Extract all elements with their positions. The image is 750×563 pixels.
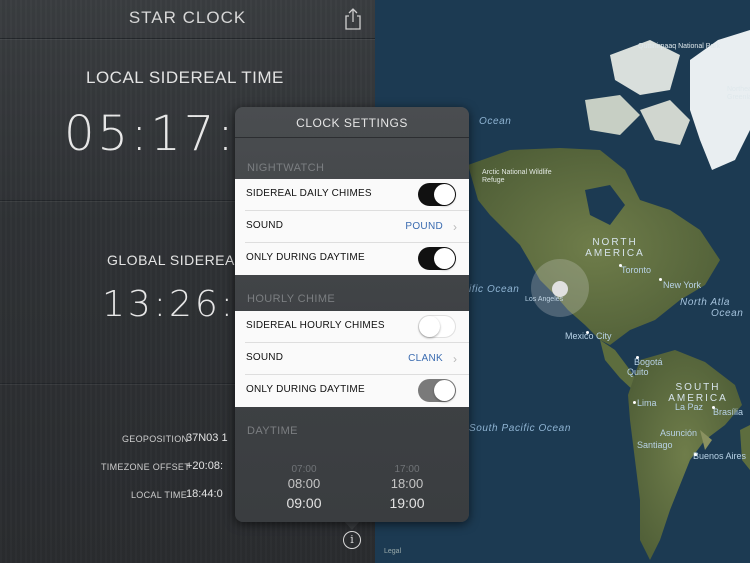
chevron-right-icon: › <box>453 352 457 366</box>
map-city-la-paz: La Paz <box>675 402 704 412</box>
global-sidereal-title: GLOBAL SIDEREAL <box>107 252 244 268</box>
city-marker <box>586 331 589 334</box>
current-location-marker[interactable] <box>552 281 568 297</box>
toggle-knob <box>434 248 455 269</box>
geoposition-label: GEOPOSITION <box>122 434 189 444</box>
daytime-start-picker[interactable]: 07:00 08:00 09:00 <box>269 464 339 511</box>
nightwatch-header: NIGHTWATCH <box>247 162 325 174</box>
map-label-north-atlantic: North Atla <box>680 297 731 308</box>
info-icon[interactable]: i <box>343 531 361 549</box>
hourly-chimes-row[interactable]: SIDEREAL HOURLY CHIMES <box>235 311 469 343</box>
toggle-knob <box>434 184 455 205</box>
share-icon[interactable] <box>343 8 363 30</box>
divider <box>235 137 469 138</box>
nightwatch-sound-row[interactable]: SOUND POUND › <box>235 211 469 243</box>
hourly-daytime-label: ONLY DURING DAYTIME <box>246 384 365 395</box>
hourly-chimes-toggle[interactable] <box>418 315 456 338</box>
toggle-knob <box>434 380 455 401</box>
chevron-right-icon: › <box>453 220 457 234</box>
toggle-knob <box>419 316 440 337</box>
localtime-label: LOCAL TIME <box>131 490 188 500</box>
clock-settings-popover: CLOCK SETTINGS NIGHTWATCH SIDEREAL DAILY… <box>235 107 469 522</box>
map-city-brasilia: Brasília <box>713 407 744 417</box>
map-city-new-york: New York <box>663 280 702 290</box>
map-city-santiago: Santiago <box>637 440 673 450</box>
picker-option[interactable]: 07:00 <box>269 464 339 475</box>
map-label-arctic: Arctic National Wildlife Refuge <box>482 169 552 184</box>
city-marker <box>619 264 622 267</box>
map-label-south-america: SOUTH AMERICA <box>668 382 728 404</box>
picker-selected-option[interactable]: 09:00 <box>269 495 339 511</box>
map-label-pacific-ocean: ific Ocean <box>469 284 520 295</box>
divider <box>0 38 375 39</box>
city-marker <box>694 453 697 456</box>
local-sidereal-title: LOCAL SIDEREAL TIME <box>86 68 284 87</box>
hourly-chime-header: HOURLY CHIME <box>247 293 336 305</box>
picker-selected-option[interactable]: 19:00 <box>372 495 442 511</box>
map-label-north-america: NORTH AMERICA <box>585 237 645 259</box>
map-label-north-pacific: Ocean <box>479 116 512 127</box>
picker-option[interactable]: 18:00 <box>372 476 442 491</box>
timezone-label: TIMEZONE OFFSET <box>101 462 190 472</box>
timezone-value: +20:08: <box>186 460 224 472</box>
map-legal-link[interactable]: Legal <box>384 548 401 555</box>
daily-chimes-toggle[interactable] <box>418 183 456 206</box>
daytime-end-picker[interactable]: 17:00 18:00 19:00 <box>372 464 442 511</box>
picker-option[interactable]: 17:00 <box>372 464 442 475</box>
popover-title: CLOCK SETTINGS <box>296 116 408 130</box>
nightwatch-daytime-label: ONLY DURING DAYTIME <box>246 252 365 263</box>
picker-option[interactable]: 08:00 <box>269 476 339 491</box>
daily-chimes-row[interactable]: SIDEREAL DAILY CHIMES <box>235 179 469 211</box>
nightwatch-daytime-row[interactable]: ONLY DURING DAYTIME <box>235 243 469 275</box>
city-marker <box>712 406 715 409</box>
nightwatch-daytime-toggle[interactable] <box>418 247 456 270</box>
map-label-atlantic-ocean: Ocean <box>711 308 744 319</box>
hourly-chimes-label: SIDEREAL HOURLY CHIMES <box>246 320 385 331</box>
city-marker <box>659 278 662 281</box>
map-city-buenos-aires: Buenos Aires <box>693 451 747 461</box>
hourly-daytime-row[interactable]: ONLY DURING DAYTIME <box>235 375 469 407</box>
map-city-quito: Quito <box>627 367 649 377</box>
daily-chimes-label: SIDEREAL DAILY CHIMES <box>246 188 372 199</box>
geoposition-value: 37N03 1 <box>186 432 228 444</box>
map-label-quttinirpaaq: Quttinirpaaq National Park <box>638 43 721 50</box>
nightwatch-sound-value: POUND <box>405 221 443 232</box>
hourly-daytime-toggle[interactable] <box>418 379 456 402</box>
map-city-asuncion: Asunción <box>660 428 698 438</box>
map-city-lima: Lima <box>637 398 657 408</box>
nightwatch-sound-label: SOUND <box>246 220 284 231</box>
localtime-value: 18:44:0 <box>186 488 223 500</box>
map-label-south-pacific: South Pacific Ocean <box>469 423 572 434</box>
hourly-sound-value: CLANK <box>408 353 443 364</box>
daytime-header: DAYTIME <box>247 425 298 437</box>
app-title: STAR CLOCK <box>128 8 247 27</box>
local-sidereal-time: 05:17: <box>64 106 237 162</box>
city-marker <box>633 401 636 404</box>
map-label-greenland: Northeast Greenland <box>727 86 750 101</box>
map-city-toronto: Toronto <box>621 265 652 275</box>
hourly-sound-row[interactable]: SOUND CLANK › <box>235 343 469 375</box>
hourly-sound-label: SOUND <box>246 352 284 363</box>
city-marker <box>636 356 639 359</box>
